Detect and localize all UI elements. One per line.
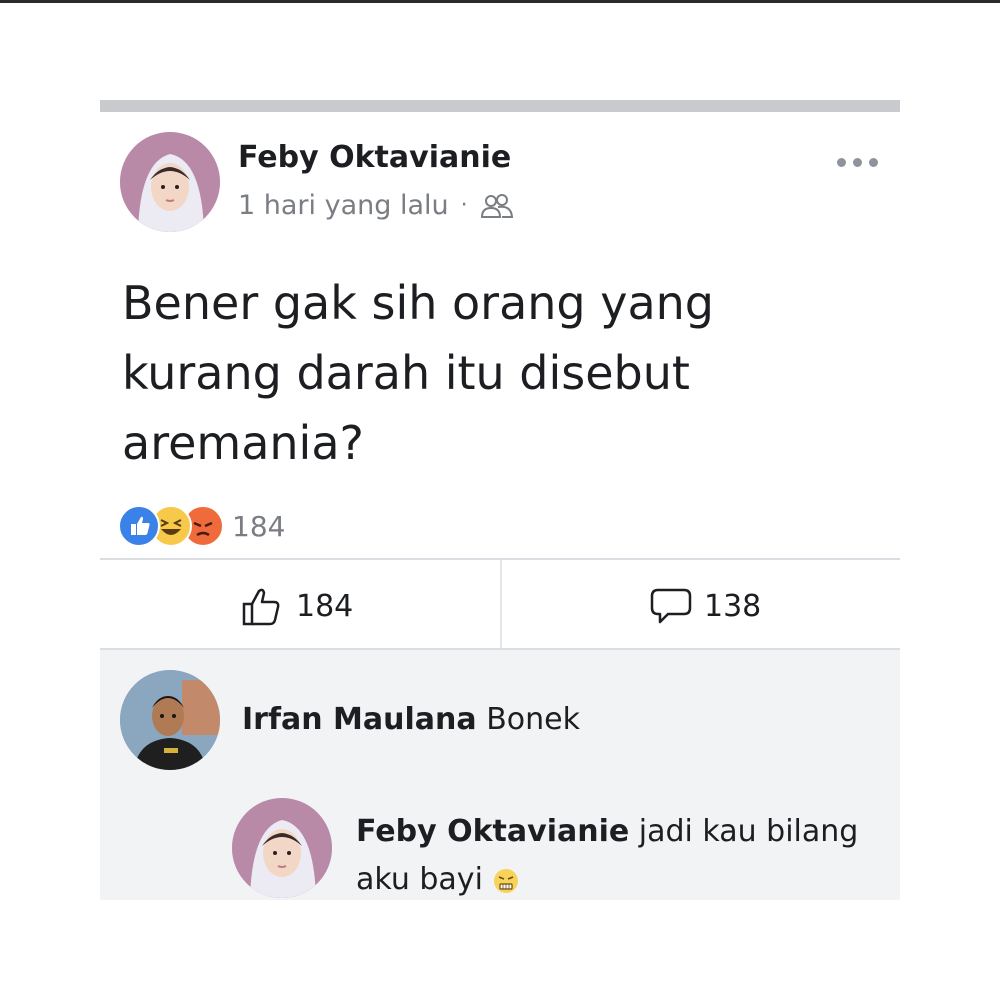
comment-bubble-icon: [650, 588, 692, 624]
post-meta: 1 hari yang lalu ·: [238, 190, 514, 221]
author-avatar[interactable]: [120, 132, 220, 232]
card-top-bar: [100, 100, 900, 112]
commenter-avatar[interactable]: [120, 670, 220, 770]
more-dot: [853, 158, 862, 167]
comment-1: Irfan Maulana Bonek: [242, 702, 580, 737]
frustrated-face-emoji: [492, 867, 520, 895]
reactions-summary[interactable]: 184: [118, 505, 285, 547]
more-dot: [869, 158, 878, 167]
action-separator: [500, 560, 502, 648]
reply-author-avatar[interactable]: [232, 798, 332, 898]
reply-avatar-image: [232, 798, 332, 898]
reply-author[interactable]: Feby Oktavianie: [356, 814, 629, 849]
comment-author[interactable]: Irfan Maulana: [242, 702, 477, 737]
thumbs-up-icon: [242, 588, 280, 626]
comment-button[interactable]: 138: [648, 578, 761, 634]
post-time[interactable]: 1 hari yang lalu: [238, 190, 449, 221]
comments-section: Irfan Maulana Bonek Feby Oktavianie jadi…: [100, 650, 900, 900]
like-reaction-icon: [118, 505, 160, 547]
meta-separator: ·: [460, 193, 468, 218]
friends-icon[interactable]: [480, 192, 514, 220]
comment-text: Bonek: [486, 702, 580, 737]
screenshot-top-border: [0, 0, 1000, 3]
post-card: Feby Oktavianie 1 hari yang lalu · Bener…: [100, 100, 900, 900]
comment-count: 138: [704, 588, 762, 624]
post-author-name[interactable]: Feby Oktavianie: [238, 140, 511, 175]
like-count: 184: [296, 588, 354, 624]
commenter-avatar-image: [120, 670, 220, 770]
post-text: Bener gak sih orang yang kurang darah it…: [122, 276, 715, 470]
author-avatar-image: [120, 132, 220, 232]
reaction-count: 184: [232, 509, 286, 543]
reply-comment: Feby Oktavianie jadi kau bilang aku bayi: [356, 808, 876, 904]
like-button[interactable]: 184: [240, 578, 353, 634]
more-dot: [837, 158, 846, 167]
more-options-icon[interactable]: [837, 158, 878, 167]
